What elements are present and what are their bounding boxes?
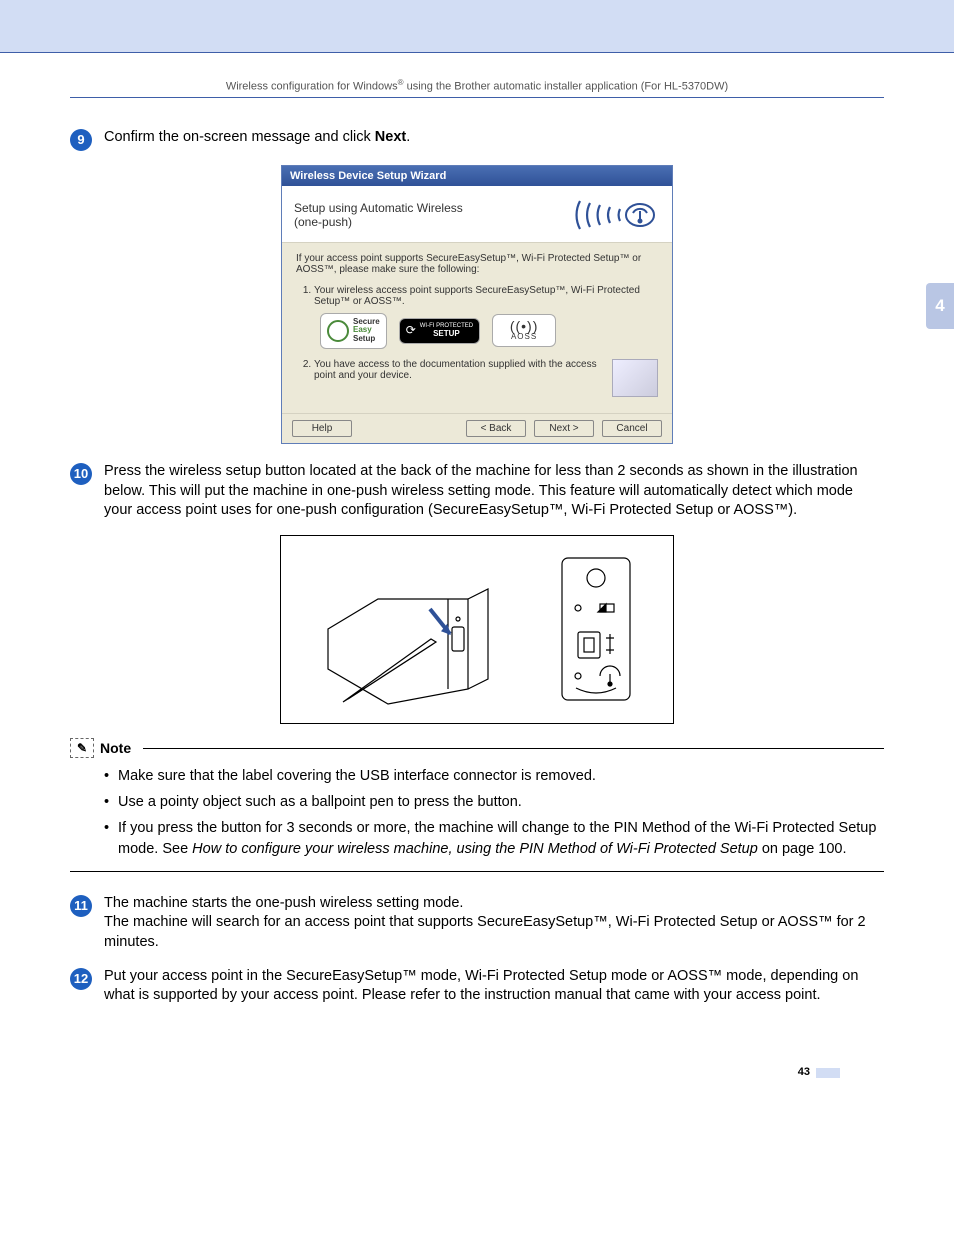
- step-9-text-b: .: [406, 129, 410, 145]
- wizard-logo-row: Secure Easy Setup ⟳ WI-FI PROTECTED SETU…: [320, 313, 658, 349]
- wizard-header-line2: (one-push): [294, 215, 352, 229]
- ses-l2: Easy: [353, 325, 372, 334]
- page-content: Wireless configuration for Windows® usin…: [0, 53, 954, 1130]
- footer: 43: [70, 1020, 884, 1090]
- step-11-text: The machine starts the one-push wireless…: [104, 894, 884, 953]
- ses-text: Secure Easy Setup: [353, 318, 380, 344]
- machine-illustration: [280, 535, 674, 724]
- machine-ports-drawing: [556, 554, 636, 704]
- step-10-text: Press the wireless setup button located …: [104, 462, 884, 521]
- note-item-1: Make sure that the label covering the US…: [104, 766, 884, 786]
- note-bottom-rule: [70, 871, 884, 872]
- note-item-3: If you press the button for 3 seconds or…: [104, 818, 884, 859]
- note-label: Note: [100, 740, 131, 756]
- running-head: Wireless configuration for Windows® usin…: [70, 78, 884, 93]
- step-9-text: Confirm the on-screen message and click …: [104, 128, 884, 151]
- ses-ring-icon: [327, 320, 349, 342]
- chapter-tab: 4: [926, 283, 954, 329]
- ses-logo: Secure Easy Setup: [320, 313, 387, 349]
- aoss-logo: ((•)) AOSS: [492, 314, 556, 347]
- step-9-bold: Next: [375, 129, 406, 145]
- wps-logo: ⟳ WI-FI PROTECTED SETUP: [399, 318, 480, 343]
- aoss-text: AOSS: [511, 332, 537, 341]
- machine-back-drawing: [318, 549, 538, 709]
- wizard-header-line1: Setup using Automatic Wireless: [294, 201, 463, 215]
- back-button[interactable]: < Back: [466, 420, 526, 437]
- note-list: Make sure that the label covering the US…: [104, 766, 884, 859]
- step-10-number: 10: [70, 463, 92, 485]
- wizard-header-text: Setup using Automatic Wireless (one-push…: [294, 201, 463, 229]
- wizard-header: Setup using Automatic Wireless (one-push…: [282, 186, 672, 243]
- next-button[interactable]: Next >: [534, 420, 594, 437]
- step-9-text-a: Confirm the on-screen message and click: [104, 129, 375, 145]
- wizard-button-row: Help < Back Next > Cancel: [282, 413, 672, 443]
- note-top-rule: [143, 748, 884, 749]
- wizard-item-2: You have access to the documentation sup…: [314, 359, 658, 397]
- wps-l2: SETUP: [433, 329, 460, 338]
- step-10: 10 Press the wireless setup button locat…: [70, 462, 884, 521]
- cancel-button[interactable]: Cancel: [602, 420, 662, 437]
- note-item-2: Use a pointy object such as a ballpoint …: [104, 792, 884, 812]
- top-header-bar: [0, 0, 954, 53]
- step-9: 9 Confirm the on-screen message and clic…: [70, 128, 884, 151]
- note-heading: ✎ Note: [70, 738, 884, 758]
- wps-text: WI-FI PROTECTED SETUP: [420, 323, 473, 338]
- page-number: 43: [798, 1066, 810, 1078]
- ses-l1: Secure: [353, 317, 380, 326]
- note-icon: ✎: [70, 738, 94, 758]
- ses-l3: Setup: [353, 334, 375, 343]
- running-head-after: using the Brother automatic installer ap…: [404, 81, 729, 93]
- step-12: 12 Put your access point in the SecureEa…: [70, 967, 884, 1006]
- wizard-intro: If your access point supports SecureEasy…: [296, 253, 658, 275]
- wizard-item-1-text: Your wireless access point supports Secu…: [314, 285, 640, 307]
- running-head-before: Wireless configuration for Windows: [226, 81, 398, 93]
- wizard-item-1: Your wireless access point supports Secu…: [314, 285, 658, 349]
- documentation-icon: [612, 359, 658, 397]
- step-11: 11 The machine starts the one-push wirel…: [70, 894, 884, 953]
- note-block: ✎ Note Make sure that the label covering…: [70, 738, 884, 872]
- step-11-number: 11: [70, 895, 92, 917]
- head-rule: [70, 97, 884, 98]
- wps-arrows-icon: ⟳: [406, 324, 416, 337]
- wizard-item-2-text: You have access to the documentation sup…: [314, 359, 597, 381]
- wizard-body: If your access point supports SecureEasy…: [282, 243, 672, 413]
- wizard-dialog: Wireless Device Setup Wizard Setup using…: [281, 165, 673, 444]
- note-3-b: on page 100.: [758, 841, 847, 857]
- step-9-number: 9: [70, 129, 92, 151]
- aoss-antenna-icon: ((•)): [499, 319, 549, 333]
- wizard-titlebar: Wireless Device Setup Wizard: [282, 166, 672, 186]
- step-11-line2: The machine will search for an access po…: [104, 914, 866, 950]
- step-12-number: 12: [70, 968, 92, 990]
- help-button[interactable]: Help: [292, 420, 352, 437]
- step-12-text: Put your access point in the SecureEasyS…: [104, 967, 884, 1006]
- wireless-waves-icon: [565, 196, 660, 234]
- note-3-italic: How to configure your wireless machine, …: [192, 841, 758, 857]
- step-11-line1: The machine starts the one-push wireless…: [104, 895, 463, 911]
